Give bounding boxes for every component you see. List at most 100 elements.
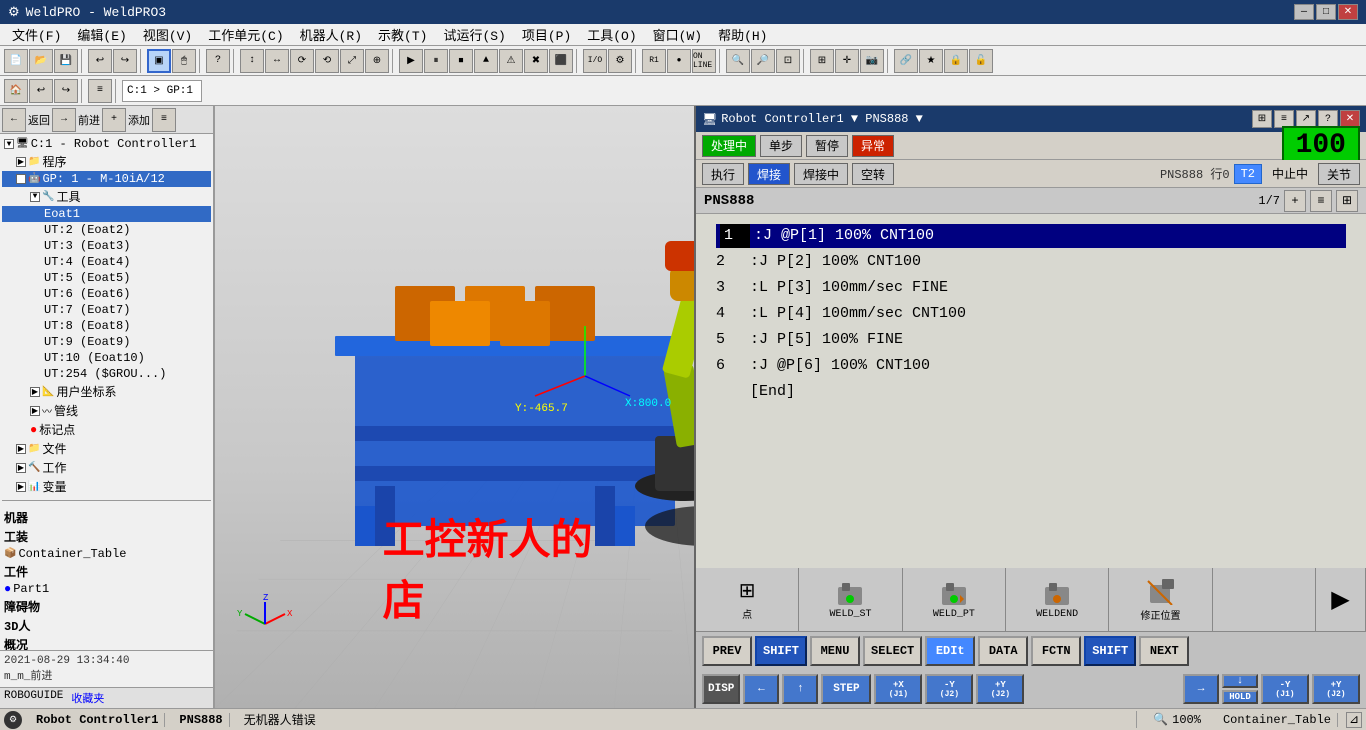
tb-help[interactable]: ? [206, 49, 230, 73]
close-button[interactable]: ✕ [1338, 4, 1358, 20]
tb-select[interactable]: ▣ [147, 49, 171, 73]
tb-stop[interactable]: ⏹ [449, 49, 473, 73]
tb-warn[interactable]: ⚠ [499, 49, 523, 73]
key-shift2[interactable]: SHIFT [1084, 636, 1136, 666]
menu-window[interactable]: 窗口(W) [645, 23, 710, 46]
menu-workcell[interactable]: 工作单元(C) [200, 23, 291, 46]
expand-program[interactable]: ▶ [16, 157, 26, 167]
key-fctn[interactable]: FCTN [1031, 636, 1081, 666]
tb-move1[interactable]: ↕ [240, 49, 264, 73]
key-nyj1[interactable]: -Y (J1) [1261, 674, 1309, 704]
tb-move2[interactable]: ↔ [265, 49, 289, 73]
rc-btn-single[interactable]: 单步 [760, 135, 802, 157]
tb-move4[interactable]: ⟲ [315, 49, 339, 73]
tb-zoom2[interactable]: 🔎 [751, 49, 775, 73]
rc-icon-weld-pt[interactable]: WELD_PT [903, 568, 1006, 631]
tree-controller[interactable]: ▼ 🖥 C:1 - Robot Controller1 [2, 136, 211, 152]
tb-reset[interactable]: ✖ [524, 49, 548, 73]
rc-btn-joint[interactable]: 关节 [1318, 163, 1360, 185]
rc-plus-btn[interactable]: + [1284, 190, 1306, 212]
rc-icon-point[interactable]: ⊞ 点 [696, 568, 799, 631]
key-shift1[interactable]: SHIFT [755, 636, 807, 666]
key-menu[interactable]: MENU [810, 636, 860, 666]
key-left[interactable]: ← [743, 674, 779, 704]
menu-view[interactable]: 视图(V) [135, 23, 200, 46]
tb-zoom3[interactable]: ⊡ [776, 49, 800, 73]
maximize-button[interactable]: □ [1316, 4, 1336, 20]
expand-gp1[interactable]: ▼ [16, 174, 26, 184]
tb-cursor[interactable]: 🖱 [172, 49, 196, 73]
tree-program[interactable]: ▶ 📁 程序 [2, 152, 211, 171]
key-step[interactable]: STEP [821, 674, 871, 704]
nav-forward[interactable]: 前进 [78, 112, 100, 128]
key-prev[interactable]: PREV [702, 636, 752, 666]
expand-tools[interactable]: ▼ [30, 192, 40, 202]
tree-ut9[interactable]: UT:9 (Eoat9) [2, 334, 211, 350]
tb-io[interactable]: I/O [583, 49, 607, 73]
tb-lock[interactable]: 🔒 [944, 49, 968, 73]
tree-ut6[interactable]: UT:6 (Eoat6) [2, 286, 211, 302]
rc-btn-welding[interactable]: 焊接中 [794, 163, 848, 185]
tb-rec[interactable]: ⬛ [549, 49, 573, 73]
program-body[interactable]: 1 :J @P[1] 100% CNT100 2 :J P[2] 100% CN… [696, 214, 1366, 568]
tree-ut3[interactable]: UT:3 (Eoat3) [2, 238, 211, 254]
menu-edit[interactable]: 编辑(E) [69, 23, 134, 46]
expand-work[interactable]: ▶ [16, 463, 26, 473]
tree-ut7[interactable]: UT:7 (Eoat7) [2, 302, 211, 318]
tb-move5[interactable]: ⤢ [340, 49, 364, 73]
tree-work[interactable]: ▶ 🔨 工作 [2, 458, 211, 477]
rc-btn-error[interactable]: 异常 [852, 135, 894, 157]
tb-r1[interactable]: R1 [642, 49, 666, 73]
menu-trial[interactable]: 试运行(S) [435, 23, 513, 46]
tree-container[interactable]: 📦 Container_Table [2, 546, 211, 562]
tree-part1[interactable]: ● Part1 [2, 581, 211, 597]
tree-var[interactable]: ▶ 📊 变量 [2, 477, 211, 496]
tree-files[interactable]: ▶ 📁 文件 [2, 439, 211, 458]
tb2-b2[interactable]: ↪ [54, 79, 78, 103]
prog-line-2[interactable]: 2 :J P[2] 100% CNT100 [716, 250, 1346, 274]
tree-tools[interactable]: ▼ 🔧 工具 [2, 187, 211, 206]
key-xj1[interactable]: +X (J1) [874, 674, 922, 704]
rc-icon-correction[interactable]: 修正位置 [1109, 568, 1212, 631]
tree-eoat1[interactable]: Eoat1 [2, 206, 211, 222]
prog-line-3[interactable]: 3 :L P[3] 100mm/sec FINE [716, 276, 1346, 300]
menu-robot[interactable]: 机器人(R) [292, 23, 370, 46]
key-edit[interactable]: EDIt [925, 636, 975, 666]
prog-line-5[interactable]: 5 :J P[5] 100% FINE [716, 328, 1346, 352]
left-back[interactable]: ← [2, 108, 26, 132]
tb-move6[interactable]: ⊕ [365, 49, 389, 73]
expand-userframe[interactable]: ▶ [30, 387, 40, 397]
key-disp[interactable]: DISP [702, 674, 740, 704]
tb-grid[interactable]: ⊞ [810, 49, 834, 73]
menu-teach[interactable]: 示教(T) [370, 23, 435, 46]
key-xyj2[interactable]: -Y (J2) [925, 674, 973, 704]
rc-arrow-right[interactable]: ▶ [1316, 568, 1366, 631]
rc-btn-weld[interactable]: 焊接 [748, 163, 790, 185]
expand-var[interactable]: ▶ [16, 482, 26, 492]
tb2-b1[interactable]: ↩ [29, 79, 53, 103]
nav-add[interactable]: 添加 [128, 112, 150, 128]
tb-redo[interactable]: ↪ [113, 49, 137, 73]
tb-r2[interactable]: ● [667, 49, 691, 73]
favorites-label[interactable]: 收藏夹 [71, 690, 104, 706]
key-down[interactable]: ↓ [1222, 674, 1258, 688]
rc-expand-btn[interactable]: ⊞ [1336, 190, 1358, 212]
tb-r3[interactable]: ON LINE [692, 49, 716, 73]
rc-btn-idle[interactable]: 空转 [852, 163, 894, 185]
rc-btn-processing[interactable]: 处理中 [702, 135, 756, 157]
tb-save[interactable]: 💾 [54, 49, 78, 73]
tb-pause[interactable]: ⏸ [424, 49, 448, 73]
key-right[interactable]: → [1183, 674, 1219, 704]
menu-tools[interactable]: 工具(O) [579, 23, 644, 46]
prog-line-1[interactable]: 1 :J @P[1] 100% CNT100 [716, 224, 1346, 248]
key-yj2[interactable]: +Y (J2) [1312, 674, 1360, 704]
key-data[interactable]: DATA [978, 636, 1028, 666]
tb-play[interactable]: ▶ [399, 49, 423, 73]
tb-star[interactable]: ★ [919, 49, 943, 73]
tree-ut5[interactable]: UT:5 (Eoat5) [2, 270, 211, 286]
rc-icon-weldend[interactable]: WELDEND [1006, 568, 1109, 631]
tree-marker[interactable]: ● 标记点 [2, 420, 211, 439]
rc-btn-execute[interactable]: 执行 [702, 163, 744, 185]
rc-icon-empty[interactable] [1213, 568, 1316, 631]
menu-project[interactable]: 项目(P) [514, 23, 579, 46]
